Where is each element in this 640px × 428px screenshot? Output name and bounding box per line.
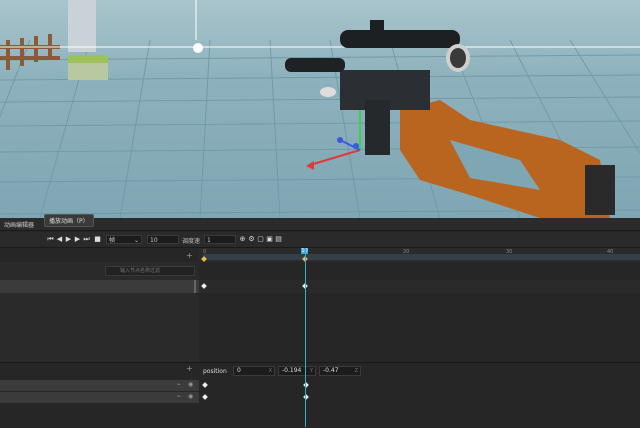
time-mode-value: 帧 [109,237,116,244]
scroll-handle[interactable] [194,280,196,293]
node-row[interactable] [0,280,199,293]
property-track-panel: + position 0X -0.194 Y -0.47 Z ⌁ ◉ ⌁ ◉ [0,362,640,428]
scene-render [0,0,640,218]
animation-toolbar: ⏮ ◀ ▶ ▶ ⏭ ■ 帧 ⌄ 10 调度速 1 ⊕ ⚙ ▢ ▣ ▤ [0,232,640,248]
position-x-input[interactable]: 0X [233,366,275,376]
keyframe[interactable] [202,382,208,388]
position-y-value: -0.194 [282,367,302,374]
position-z-input[interactable]: -0.47 Z [319,366,361,376]
save-icon[interactable]: ▤ [274,235,283,244]
property-row[interactable] [0,392,199,403]
node-filter-input[interactable]: 输入节点名称过滤 [105,266,195,276]
next-frame-icon[interactable]: ▶ [73,235,82,244]
timeline-ruler[interactable]: 0 10 20 30 40 [199,248,640,263]
speed-input[interactable]: 1 [204,235,236,244]
copy-icon[interactable]: ▢ [256,235,265,244]
settings-icon[interactable]: ⚙ [247,235,256,244]
play-tooltip: 播放动画（P） [44,214,94,227]
add-keyframe-icon[interactable]: ⊕ [238,235,247,244]
ruler-tick: 30 [506,249,513,255]
axis-x-label: X [268,368,272,374]
link-icon[interactable]: ⌁ [177,381,181,388]
scene-viewport[interactable] [0,0,640,218]
tab-animation-editor[interactable]: 动画编辑器 [4,220,34,229]
add-property-icon[interactable]: + [186,364,193,373]
editor-tab-bar: 动画编辑器 [0,218,640,231]
ruler-tick: 40 [607,249,614,255]
animation-editor: 动画编辑器 播放动画（P） ⏮ ◀ ▶ ▶ ⏭ ■ 帧 ⌄ 10 调度速 1 ⊕… [0,214,640,428]
ruler-tick: 0 [203,249,207,255]
paste-icon[interactable]: ▣ [265,235,274,244]
axis-y-label: Y [309,368,313,374]
link-icon[interactable]: ⌁ [177,393,181,400]
eye-icon[interactable]: ◉ [188,381,193,388]
position-y-input[interactable]: -0.194 Y [278,366,316,376]
add-icon[interactable]: + [186,251,193,260]
ruler-tick: 20 [403,249,410,255]
keyframe[interactable] [202,394,208,400]
position-z-value: -0.47 [323,367,339,374]
eye-icon[interactable]: ◉ [188,393,193,400]
speed-label: 调度速 [182,238,201,245]
property-name: position [203,368,227,375]
position-x-value: 0 [237,367,241,374]
playhead-line[interactable] [305,248,306,427]
stop-icon[interactable]: ■ [93,235,102,244]
prev-frame-icon[interactable]: ◀ [55,235,64,244]
play-icon[interactable]: ▶ [64,235,73,244]
sample-input[interactable]: 10 [147,235,179,244]
axis-z-label: Z [354,368,358,374]
jump-start-icon[interactable]: ⏮ [46,235,55,244]
jump-end-icon[interactable]: ⏭ [82,235,91,244]
track-row [199,280,640,293]
chevron-down-icon: ⌄ [133,237,139,244]
timeline-range [203,254,640,260]
time-mode-select[interactable]: 帧 ⌄ [106,235,142,244]
property-row[interactable] [0,380,199,391]
